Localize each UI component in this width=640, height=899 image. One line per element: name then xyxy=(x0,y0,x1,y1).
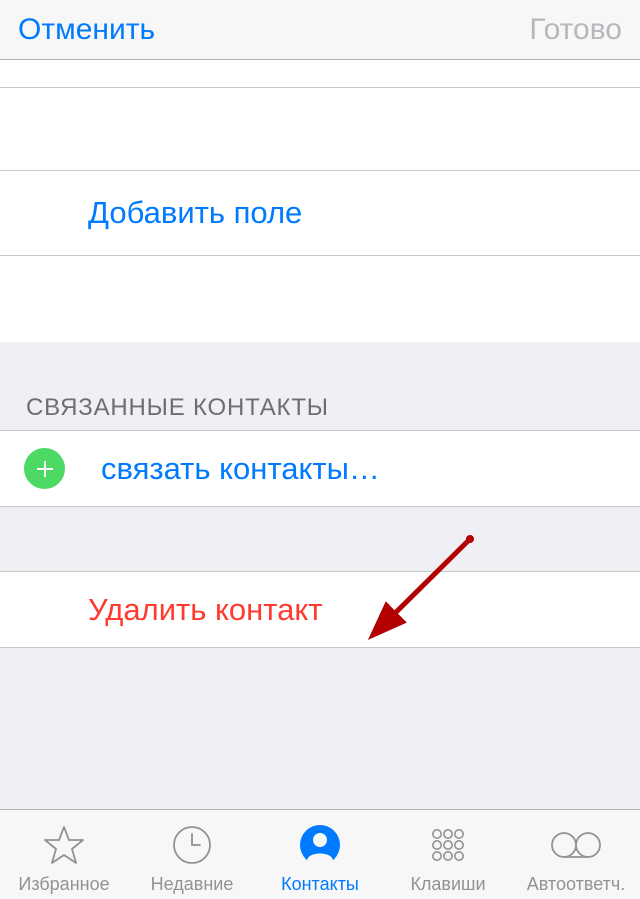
plus-icon xyxy=(24,448,65,489)
tab-label: Избранное xyxy=(18,873,109,895)
tab-recents[interactable]: Недавние xyxy=(128,810,256,899)
navbar: Отменить Готово xyxy=(0,0,640,60)
add-field-label: Добавить поле xyxy=(88,195,302,231)
tab-bar: Избранное Недавние Контакты xyxy=(0,809,640,899)
section-header-linked: СВЯЗАННЫЕ КОНТАКТЫ xyxy=(0,356,640,430)
voicemail-icon xyxy=(548,817,604,873)
clock-icon xyxy=(170,817,214,873)
tab-voicemail[interactable]: Автоответч. xyxy=(512,810,640,899)
tab-label: Недавние xyxy=(151,873,234,895)
contact-icon xyxy=(298,817,342,873)
tab-contacts[interactable]: Контакты xyxy=(256,810,384,899)
star-icon xyxy=(42,817,86,873)
link-contacts-label: связать контакты… xyxy=(101,451,380,487)
empty-row xyxy=(0,60,640,88)
section-gap xyxy=(0,507,640,571)
section-gap xyxy=(0,342,640,356)
spacer xyxy=(0,256,640,342)
delete-contact-label: Удалить контакт xyxy=(88,592,322,628)
link-contacts-row[interactable]: связать контакты… xyxy=(0,430,640,507)
tab-label: Автоответч. xyxy=(527,873,625,895)
tab-label: Контакты xyxy=(281,873,359,895)
keypad-icon xyxy=(426,817,470,873)
done-button[interactable]: Готово xyxy=(529,13,622,47)
cancel-button[interactable]: Отменить xyxy=(18,13,155,47)
spacer xyxy=(0,88,640,170)
tab-label: Клавиши xyxy=(410,873,485,895)
tab-favorites[interactable]: Избранное xyxy=(0,810,128,899)
add-field-row[interactable]: Добавить поле xyxy=(0,170,640,256)
delete-contact-row[interactable]: Удалить контакт xyxy=(0,571,640,648)
tab-keypad[interactable]: Клавиши xyxy=(384,810,512,899)
